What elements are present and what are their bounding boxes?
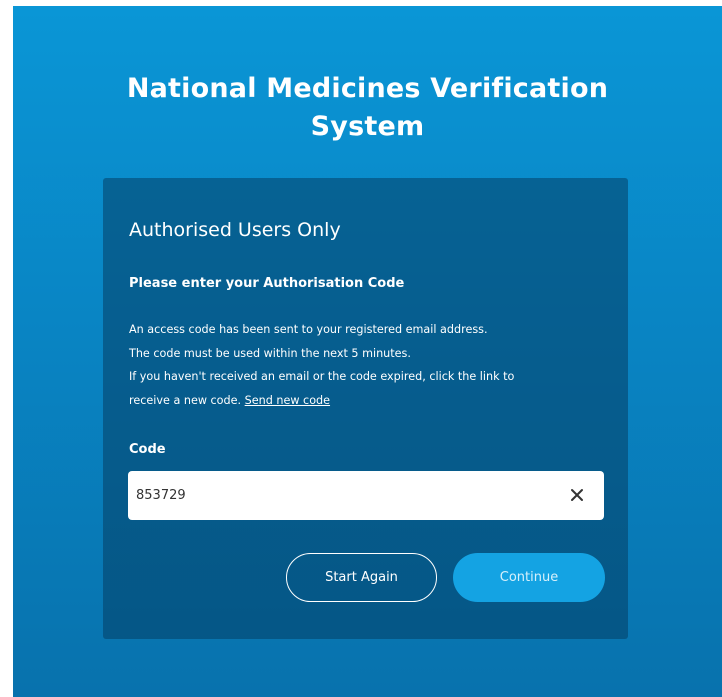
code-label: Code bbox=[129, 442, 166, 457]
code-field bbox=[128, 471, 604, 520]
instructions-line-4-text: receive a new code. bbox=[129, 393, 242, 407]
instructions-text: An access code has been sent to your reg… bbox=[129, 318, 619, 412]
clear-code-button[interactable] bbox=[566, 484, 588, 506]
page-title-line-1: National Medicines Verification bbox=[126, 73, 609, 104]
continue-button[interactable]: Continue bbox=[453, 553, 605, 602]
page-title: National Medicines Verification System bbox=[13, 70, 722, 146]
instructions-line-2: The code must be used within the next 5 … bbox=[129, 346, 411, 360]
close-icon bbox=[571, 489, 583, 501]
page-title-line-2: System bbox=[310, 111, 425, 142]
start-again-button[interactable]: Start Again bbox=[286, 553, 437, 602]
instructions-line-4: receive a new code. Send new code bbox=[129, 389, 619, 413]
authorisation-card: Authorised Users Only Please enter your … bbox=[103, 178, 628, 639]
instructions-line-3: If you haven't received an email or the … bbox=[129, 370, 515, 383]
send-new-code-link[interactable]: Send new code bbox=[245, 394, 330, 407]
page-background: National Medicines Verification System A… bbox=[13, 6, 722, 697]
instructions-line-1: An access code has been sent to your reg… bbox=[129, 323, 488, 336]
card-subheading: Please enter your Authorisation Code bbox=[129, 276, 405, 291]
card-heading: Authorised Users Only bbox=[129, 219, 341, 241]
code-input[interactable] bbox=[128, 471, 556, 520]
